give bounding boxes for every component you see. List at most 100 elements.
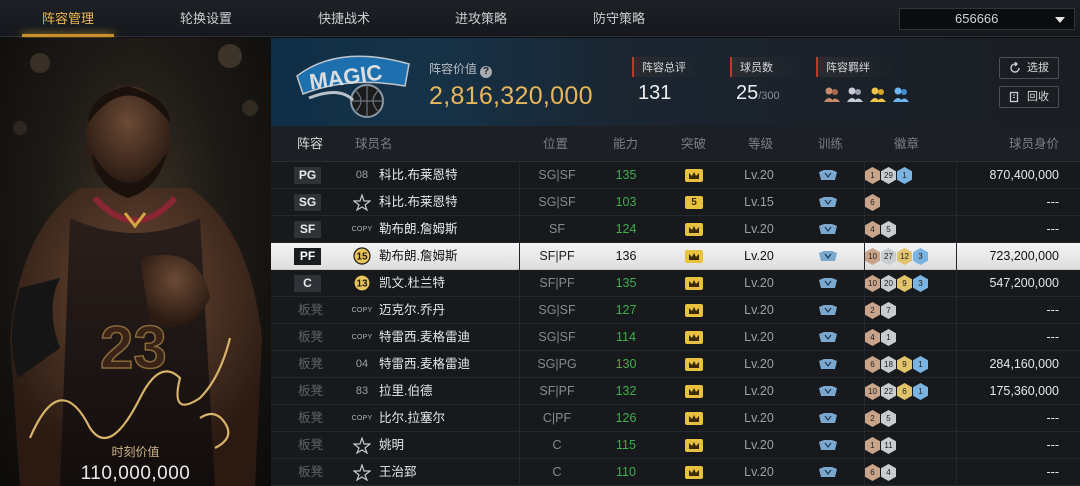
bench-slot-label: 板凳: [298, 384, 324, 398]
col-lineup[interactable]: 阵容: [297, 126, 323, 162]
player-name[interactable]: 王治郅: [379, 459, 417, 486]
badge-icon[interactable]: 10: [865, 248, 880, 265]
training-icon[interactable]: [818, 305, 838, 316]
table-row[interactable]: 板凳 COPY 迈克尔.乔丹 SG|SF 127 Lv.20 27 ---: [271, 297, 1080, 324]
bond-icon-gold[interactable]: [868, 85, 887, 104]
col-badges[interactable]: 徽章: [894, 126, 919, 162]
col-position[interactable]: 位置: [543, 126, 568, 162]
badge-list: 10 27 12 3: [865, 248, 928, 265]
player-name[interactable]: 勒布朗.詹姆斯: [379, 216, 457, 243]
badge-icon[interactable]: 4: [881, 464, 896, 481]
player-name[interactable]: 科比.布莱恩特: [379, 189, 457, 216]
player-name[interactable]: 特雷西.麦格雷迪: [379, 324, 470, 351]
training-icon[interactable]: [818, 440, 838, 451]
col-breakthrough[interactable]: 突破: [681, 126, 706, 162]
badge-icon[interactable]: 10: [865, 275, 880, 292]
badge-icon[interactable]: 6: [897, 383, 912, 400]
badge-icon[interactable]: 1: [881, 329, 896, 346]
badge-icon[interactable]: 6: [865, 356, 880, 373]
tab-lineup-management[interactable]: 阵容管理: [8, 0, 128, 37]
recycle-button[interactable]: 回收: [999, 86, 1059, 108]
table-row[interactable]: 板凳 姚明 C 115 Lv.20 1 11 ---: [271, 432, 1080, 459]
badge-icon[interactable]: 7: [881, 302, 896, 319]
col-player-value[interactable]: 球员身价: [1009, 126, 1059, 162]
badge-icon[interactable]: 4: [865, 221, 880, 238]
table-row[interactable]: 板凳 04 特雷西.麦格雷迪 SG|PG 130 Lv.20 6 18 9 1 284…: [271, 351, 1080, 378]
table-row[interactable]: 板凳 COPY 特雷西.麦格雷迪 SG|SF 114 Lv.20 41 ---: [271, 324, 1080, 351]
table-row[interactable]: PG 08 科比.布莱恩特 SG|SF 135 Lv.20 1 29 1 870,4…: [271, 162, 1080, 189]
player-name[interactable]: 勒布朗.詹姆斯: [379, 243, 457, 270]
col-training[interactable]: 训练: [818, 126, 843, 162]
badge-icon[interactable]: 9: [897, 356, 912, 373]
help-icon[interactable]: ?: [480, 66, 493, 78]
training-icon[interactable]: [818, 332, 838, 343]
training-icon[interactable]: [818, 359, 838, 370]
tab-defense-strategy[interactable]: 防守策略: [559, 0, 679, 37]
badge-icon[interactable]: 3: [913, 248, 928, 265]
badge-icon[interactable]: 18: [881, 356, 896, 373]
badge-icon[interactable]: 1: [913, 356, 928, 373]
bond-icon-bronze[interactable]: [822, 85, 841, 104]
col-ability[interactable]: 能力: [613, 126, 638, 162]
badge-icon[interactable]: 9: [897, 275, 912, 292]
badge-icon[interactable]: 2: [865, 302, 880, 319]
player-value: ---: [1046, 411, 1060, 425]
badge-icon[interactable]: 12: [897, 248, 912, 265]
table-row[interactable]: SF COPY 勒布朗.詹姆斯 SF 124 Lv.20 45 ---: [271, 216, 1080, 243]
table-row[interactable]: PF 15 勒布朗.詹姆斯 SF|PF 136 Lv.20 10 27 12 3 72…: [271, 243, 1080, 270]
draft-button[interactable]: 选拔: [999, 57, 1059, 79]
player-name[interactable]: 科比.布莱恩特: [379, 162, 457, 189]
tab-offense-strategy[interactable]: 进攻策略: [421, 0, 541, 37]
badge-icon[interactable]: 27: [881, 248, 896, 265]
badge-icon[interactable]: 20: [881, 275, 896, 292]
player-name[interactable]: 比尔.拉塞尔: [379, 405, 445, 432]
player-position: SF|PF: [539, 384, 575, 398]
lineup-slot-badge: SF: [294, 221, 321, 238]
badge-icon[interactable]: 22: [881, 383, 896, 400]
player-value: 870,400,000: [989, 168, 1059, 182]
player-card[interactable]: 23 时刻价值 110,000,000: [0, 38, 271, 486]
tab-quick-tactics[interactable]: 快捷战术: [284, 0, 404, 37]
training-icon[interactable]: [818, 413, 838, 424]
player-name[interactable]: 特雷西.麦格雷迪: [379, 351, 470, 378]
player-name[interactable]: 迈克尔.乔丹: [379, 297, 445, 324]
badge-icon[interactable]: 5: [881, 221, 896, 238]
table-row[interactable]: 板凳 83 拉里.伯德 SF|PF 132 Lv.20 10 22 6 1 175,3…: [271, 378, 1080, 405]
badge-icon[interactable]: 29: [881, 167, 896, 184]
training-icon[interactable]: [818, 251, 838, 262]
table-row[interactable]: 板凳 王治郅 C 110 Lv.20 64 ---: [271, 459, 1080, 486]
col-player-name[interactable]: 球员名: [355, 126, 393, 162]
tab-rotation-settings[interactable]: 轮换设置: [146, 0, 266, 37]
training-icon[interactable]: [818, 224, 838, 235]
badge-icon[interactable]: 4: [865, 329, 880, 346]
player-ability: 126: [615, 411, 637, 425]
badge-icon[interactable]: 1: [865, 167, 880, 184]
badge-icon[interactable]: 1: [865, 437, 880, 454]
training-icon[interactable]: [818, 170, 838, 181]
badge-icon[interactable]: 11: [881, 437, 896, 454]
table-row[interactable]: C 13 凯文.杜兰特 SF|PF 135 Lv.20 10 20 9 3 547,2…: [271, 270, 1080, 297]
badge-icon[interactable]: 2: [865, 410, 880, 427]
rating-stat: 阵容总评 131: [632, 57, 702, 105]
player-name[interactable]: 姚明: [379, 432, 404, 459]
lineup-selector-dropdown[interactable]: 656666: [899, 8, 1075, 30]
bond-icon-blue[interactable]: [891, 85, 910, 104]
badge-list: 27: [865, 302, 896, 319]
badge-icon[interactable]: 6: [865, 194, 880, 211]
badge-icon[interactable]: 6: [865, 464, 880, 481]
table-row[interactable]: 板凳 COPY 比尔.拉塞尔 C|PF 126 Lv.20 25 ---: [271, 405, 1080, 432]
badge-icon[interactable]: 1: [897, 167, 912, 184]
badge-icon[interactable]: 3: [913, 275, 928, 292]
training-icon[interactable]: [818, 386, 838, 397]
col-level[interactable]: 等级: [748, 126, 773, 162]
badge-icon[interactable]: 5: [881, 410, 896, 427]
badge-icon[interactable]: 1: [913, 383, 928, 400]
player-name[interactable]: 凯文.杜兰特: [379, 270, 445, 297]
player-name[interactable]: 拉里.伯德: [379, 378, 432, 405]
badge-icon[interactable]: 10: [865, 383, 880, 400]
table-row[interactable]: SG 科比.布莱恩特 SG|SF 103 5 Lv.15 6 ---: [271, 189, 1080, 216]
bond-icon-silver[interactable]: [845, 85, 864, 104]
training-icon[interactable]: [818, 197, 838, 208]
training-icon[interactable]: [818, 278, 838, 289]
training-icon[interactable]: [818, 467, 838, 478]
